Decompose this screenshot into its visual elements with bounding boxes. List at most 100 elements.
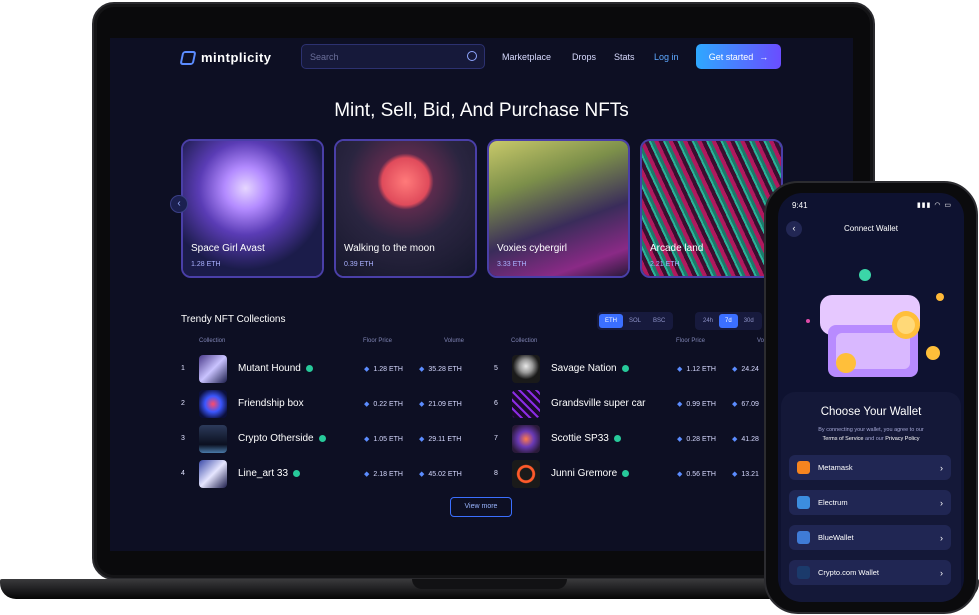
- column-header-collection: Collection: [199, 338, 226, 344]
- floor-price: 1.12 ETH: [677, 365, 716, 373]
- wallet-logo-icon: [797, 461, 810, 474]
- wallet-option-electrum[interactable]: Electrum ›: [789, 490, 951, 515]
- wallet-logo-icon: [797, 496, 810, 509]
- chevron-right-icon: ›: [940, 532, 943, 543]
- wallet-name: Crypto.com Wallet: [818, 568, 879, 577]
- wallet-option-crypto-com-wallet[interactable]: Crypto.com Wallet ›: [789, 560, 951, 585]
- nft-name: Space Girl Avast: [191, 243, 265, 254]
- collection-name-text: Junni Gremore: [551, 468, 618, 479]
- wallet-name: BlueWallet: [818, 533, 854, 542]
- chevron-right-icon: ›: [940, 462, 943, 473]
- floor-price: 2.18 ETH: [364, 470, 403, 478]
- nft-price: 0.39 ETH: [344, 261, 374, 268]
- collection-name[interactable]: Mutant Hound: [238, 363, 313, 374]
- period-chip-30d[interactable]: 30d: [738, 314, 760, 328]
- period-chip-24h[interactable]: 24h: [697, 314, 719, 328]
- section-title: Trendy NFT Collections: [181, 314, 286, 325]
- floor-price: 0.22 ETH: [364, 400, 403, 408]
- collection-name[interactable]: Savage Nation: [551, 363, 629, 374]
- nft-image: [336, 141, 475, 276]
- row-rank: 3: [181, 435, 185, 442]
- volume: 67.09: [732, 400, 759, 408]
- arrow-right-icon: →: [759, 51, 769, 62]
- login-link[interactable]: Log in: [654, 52, 679, 62]
- carousel-prev-button[interactable]: ‹: [170, 195, 188, 213]
- nft-image: [183, 141, 322, 276]
- collection-thumbnail[interactable]: [199, 355, 227, 383]
- volume: 21.09 ETH: [419, 400, 461, 408]
- logo-icon: [179, 50, 197, 65]
- collection-name-text: Scottie SP33: [551, 433, 609, 444]
- terms-and: and our: [865, 436, 884, 442]
- collection-name-text: Crypto Otherside: [238, 433, 314, 444]
- period-chip-7d[interactable]: 7d: [719, 314, 738, 328]
- nft-card[interactable]: Voxies cybergirl 3.33 ETH: [487, 139, 630, 278]
- nft-card[interactable]: Arcade land 2.21 ETH: [640, 139, 783, 278]
- verified-badge-icon: [318, 435, 326, 442]
- collection-name[interactable]: Grandsville super car: [551, 398, 645, 409]
- brand-logo[interactable]: mintplicity: [179, 50, 272, 65]
- terms-text: By connecting your wallet, you agree to …: [798, 426, 944, 444]
- search-input[interactable]: Search: [301, 44, 485, 69]
- get-started-button[interactable]: Get started →: [696, 44, 781, 69]
- nft-name: Voxies cybergirl: [497, 243, 568, 254]
- status-time: 9:41: [792, 201, 808, 210]
- row-rank: 6: [494, 400, 498, 407]
- verified-badge-icon: [305, 365, 313, 372]
- nft-card[interactable]: Walking to the moon 0.39 ETH: [334, 139, 477, 278]
- collection-name-text: Line_art 33: [238, 468, 289, 479]
- phone-title: Connect Wallet: [844, 224, 898, 233]
- view-more-button[interactable]: View more: [450, 497, 512, 517]
- collection-thumbnail[interactable]: [199, 425, 227, 453]
- nft-price: 3.33 ETH: [497, 261, 527, 268]
- nav-link-marketplace[interactable]: Marketplace: [502, 52, 551, 62]
- search-icon[interactable]: [467, 51, 477, 61]
- chain-chip-sol[interactable]: SOL: [623, 314, 647, 328]
- chain-chip-eth[interactable]: ETH: [599, 314, 623, 328]
- floor-price: 0.56 ETH: [677, 470, 716, 478]
- row-rank: 1: [181, 365, 185, 372]
- row-rank: 8: [494, 470, 498, 477]
- verified-badge-icon: [293, 470, 301, 477]
- verified-badge-icon: [613, 435, 621, 442]
- collection-name-text: Friendship box: [238, 398, 304, 409]
- chain-filter: ETH SOL BSC: [597, 312, 674, 330]
- chevron-right-icon: ›: [940, 567, 943, 578]
- row-rank: 2: [181, 400, 185, 407]
- nft-price: 1.28 ETH: [191, 261, 221, 268]
- floor-price: 1.28 ETH: [364, 365, 403, 373]
- collection-thumbnail[interactable]: [512, 390, 540, 418]
- collection-name[interactable]: Scottie SP33: [551, 433, 621, 444]
- column-header-volume: Vo: [757, 338, 765, 344]
- volume: 29.11 ETH: [419, 435, 461, 443]
- privacy-link[interactable]: Privacy Policy: [885, 436, 919, 442]
- wallet-option-bluewallet[interactable]: BlueWallet ›: [789, 525, 951, 550]
- row-rank: 4: [181, 470, 185, 477]
- laptop-notch: [412, 579, 567, 589]
- nav-link-drops[interactable]: Drops: [572, 52, 596, 62]
- collection-name[interactable]: Line_art 33: [238, 468, 301, 479]
- collection-thumbnail[interactable]: [199, 460, 227, 488]
- phone-screen: 9:41 ▮▮▮ ◠ ▭ ‹ Connect Wallet Choose You…: [778, 193, 964, 602]
- column-header-volume: Volume: [444, 338, 465, 344]
- collection-name[interactable]: Friendship box: [238, 398, 304, 409]
- collection-thumbnail[interactable]: [512, 460, 540, 488]
- collection-name[interactable]: Junni Gremore: [551, 468, 630, 479]
- wallet-logo-icon: [797, 566, 810, 579]
- column-header-collection: Collection: [511, 338, 538, 344]
- collection-thumbnail[interactable]: [199, 390, 227, 418]
- row-rank: 7: [494, 435, 498, 442]
- wallet-chest-illustration: [806, 269, 944, 377]
- collection-name[interactable]: Crypto Otherside: [238, 433, 326, 444]
- get-started-label: Get started: [708, 51, 754, 62]
- choose-wallet-title: Choose Your Wallet: [820, 406, 922, 418]
- terms-link[interactable]: Terms of Service: [823, 436, 864, 442]
- chain-chip-bsc[interactable]: BSC: [647, 314, 671, 328]
- brand-name: mintplicity: [201, 50, 272, 65]
- nav-link-stats[interactable]: Stats: [614, 52, 635, 62]
- wallet-option-metamask[interactable]: Metamask ›: [789, 455, 951, 480]
- nft-card[interactable]: Space Girl Avast 1.28 ETH: [181, 139, 324, 278]
- collection-thumbnail[interactable]: [512, 355, 540, 383]
- collection-name-text: Grandsville super car: [551, 398, 646, 409]
- collection-thumbnail[interactable]: [512, 425, 540, 453]
